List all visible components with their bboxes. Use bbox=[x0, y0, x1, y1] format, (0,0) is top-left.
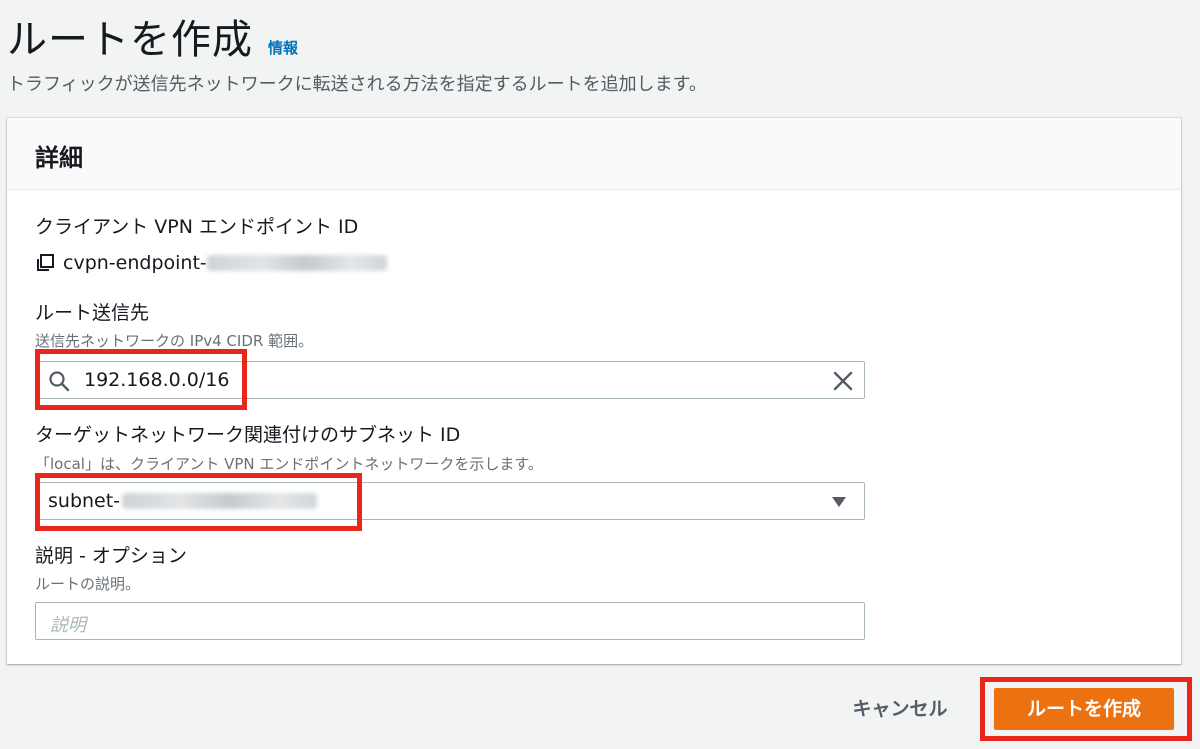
description-label: 説明 - オプション bbox=[35, 545, 187, 567]
info-link[interactable]: 情報 bbox=[268, 37, 298, 58]
endpoint-id-row: cvpn-endpoint- bbox=[35, 250, 387, 276]
panel-header: 詳細 bbox=[7, 118, 1181, 190]
endpoint-id-label: クライアント VPN エンドポイント ID bbox=[35, 216, 359, 238]
endpoint-id-value: cvpn-endpoint- bbox=[63, 252, 207, 274]
page-description: トラフィックが送信先ネットワークに転送される方法を指定するルートを追加します。 bbox=[7, 74, 707, 95]
copy-icon[interactable] bbox=[35, 253, 55, 273]
redacted-endpoint-id bbox=[206, 255, 387, 271]
subnet-prefix: subnet- bbox=[48, 490, 121, 512]
subnet-select[interactable]: subnet- bbox=[35, 482, 865, 520]
destination-label: ルート送信先 bbox=[35, 302, 150, 324]
panel-title: 詳細 bbox=[35, 144, 83, 172]
description-hint: ルートの説明。 bbox=[35, 575, 141, 593]
destination-description: 送信先ネットワークの IPv4 CIDR 範囲。 bbox=[35, 332, 314, 350]
page-title: ルートを作成 bbox=[7, 17, 253, 63]
description-input[interactable]: 説明 bbox=[35, 602, 865, 640]
redacted-subnet-id bbox=[122, 493, 318, 509]
destination-value: 192.168.0.0/16 bbox=[84, 369, 230, 391]
search-icon bbox=[48, 370, 70, 392]
caret-down-icon bbox=[832, 497, 846, 507]
cancel-button[interactable]: キャンセル bbox=[835, 690, 965, 728]
create-route-button[interactable]: ルートを作成 bbox=[994, 688, 1174, 730]
details-panel: 詳細 クライアント VPN エンドポイント ID cvpn-endpoint- … bbox=[7, 118, 1181, 664]
destination-input[interactable]: 192.168.0.0/16 bbox=[35, 361, 865, 399]
subnet-description: 「local」は、クライアント VPN エンドポイントネットワークを示します。 bbox=[35, 455, 543, 473]
description-placeholder: 説明 bbox=[50, 615, 86, 636]
subnet-value: subnet- bbox=[48, 490, 318, 512]
close-icon[interactable] bbox=[832, 370, 854, 392]
subnet-label: ターゲットネットワーク関連付けのサブネット ID bbox=[35, 424, 461, 446]
